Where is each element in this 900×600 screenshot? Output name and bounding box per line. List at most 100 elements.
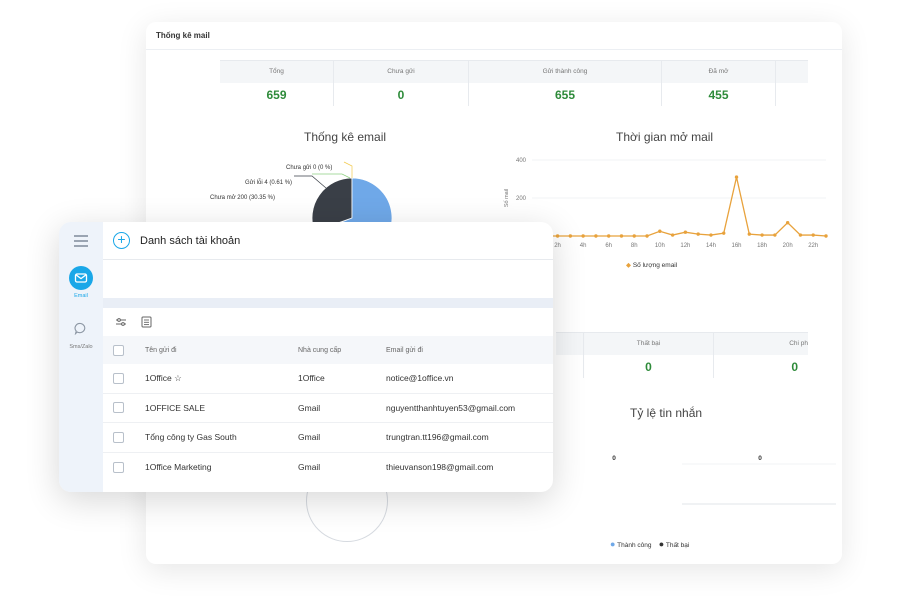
data-point xyxy=(632,234,636,238)
x-tick-label: 22h xyxy=(808,243,818,249)
stat-total: Tổng 659 xyxy=(220,61,334,106)
data-label: 0 xyxy=(758,455,762,462)
column-header-provider[interactable]: Nhà cung cấp xyxy=(298,347,386,354)
data-point xyxy=(747,232,752,236)
data-point xyxy=(696,232,700,236)
bar-legend: ● Thành công ● Thất bại xyxy=(610,539,689,549)
chat-icon xyxy=(74,322,86,336)
cell-provider: Gmail xyxy=(298,432,321,443)
line-legend: ◆ Số lượng email xyxy=(626,261,677,269)
separator-bar xyxy=(103,298,553,308)
y-axis-label: Số mail xyxy=(504,189,510,207)
table-row[interactable]: Tổng công ty Gas South Gmail trungtran.t… xyxy=(103,423,553,453)
data-point xyxy=(658,229,662,233)
stats-table-2: Thất bại 0 Chi ph 0 xyxy=(556,332,808,378)
account-list-window: Email Sms/Zalo + Danh sách tài khoản Tên… xyxy=(59,222,553,492)
data-point xyxy=(645,234,649,238)
y-tick-label: 200 xyxy=(516,196,527,202)
x-tick-label: 2h xyxy=(554,243,561,249)
stat-label: Chưa gửi xyxy=(334,61,468,83)
stat-label: Chi ph xyxy=(714,333,808,355)
stat-cost: Chi ph 0 xyxy=(714,333,808,378)
stat-value: 659 xyxy=(266,88,287,102)
table-toolbar xyxy=(103,308,553,336)
data-point xyxy=(824,234,828,238)
data-label: 0 xyxy=(612,455,616,462)
stat-value: 655 xyxy=(554,88,576,102)
stat-value: 0 xyxy=(397,88,405,102)
stat-value: 455 xyxy=(708,88,729,102)
data-point xyxy=(619,234,624,238)
x-tick-label: 16h xyxy=(732,243,742,249)
sidebar-item-chat-label: Sms/Zalo xyxy=(69,344,93,350)
cell-email: trungtran.tt196@gmail.com xyxy=(386,432,489,443)
pie-leader-line xyxy=(294,175,327,189)
stat-label: Đã mở xyxy=(662,61,775,83)
x-tick-label: 12h xyxy=(680,243,690,249)
pie-label-unopened: Chưa mở 200 (30.35 %) xyxy=(210,195,275,201)
data-point xyxy=(722,231,726,235)
legend-dot-icon: ● xyxy=(658,539,665,549)
cell-provider: 1Office xyxy=(298,373,325,384)
stat-value: 0 xyxy=(645,360,652,374)
data-point xyxy=(760,233,764,237)
legend-label: Số lượng email xyxy=(632,262,678,269)
stat-value: 0 xyxy=(791,360,798,374)
row-checkbox[interactable] xyxy=(113,402,124,414)
cell-email: notice@1office.vn xyxy=(386,373,454,384)
x-tick-label: 8h xyxy=(631,243,638,249)
cell-name: 1Office Marketing xyxy=(145,462,212,473)
list-view-icon[interactable] xyxy=(141,316,152,328)
data-point xyxy=(594,234,598,238)
table-row[interactable]: 1Office Marketing Gmail thieuvanson198@g… xyxy=(103,453,553,483)
pie-label-error: Gửi lỗi 4 (0.61 %) xyxy=(245,180,293,186)
pie-chart-title: Thống kê email xyxy=(304,130,387,144)
cell-provider: Gmail xyxy=(298,402,321,413)
table-row[interactable]: 1OFFICE SALE Gmail nguyentthanhtuyen53@g… xyxy=(103,394,553,423)
line-chart-title: Thời gian mở mail xyxy=(616,130,714,144)
menu-icon[interactable] xyxy=(74,235,88,250)
pie-label-unsent: Chưa gửi 0 (0 %) xyxy=(286,165,333,171)
legend-dot-icon: ● xyxy=(610,539,616,549)
x-tick-label: 10h xyxy=(655,243,665,249)
x-tick-label: 20h xyxy=(783,243,793,249)
bar-chart-title: Tỷ lệ tin nhắn xyxy=(630,406,703,420)
row-checkbox[interactable] xyxy=(113,461,124,473)
x-tick-label: 18h xyxy=(757,243,767,249)
column-header-email[interactable]: Email gửi đi xyxy=(386,347,553,354)
left-sidebar: Email Sms/Zalo xyxy=(59,222,103,492)
stage: Thống kê mail Tổng 659 Chưa gửi 0 Gửi th… xyxy=(0,0,900,600)
window-title: Thống kê mail xyxy=(146,22,842,50)
cell-provider: Gmail xyxy=(298,462,321,473)
row-checkbox[interactable] xyxy=(113,372,124,384)
chat-nav-button[interactable] xyxy=(74,322,87,336)
email-nav-button[interactable] xyxy=(69,266,93,290)
filter-sliders-icon[interactable] xyxy=(115,317,127,327)
data-point xyxy=(811,233,815,237)
row-checkbox[interactable] xyxy=(113,431,124,443)
data-point xyxy=(683,230,688,234)
main-content: + Danh sách tài khoản Tên gửi đi Nhà cun… xyxy=(103,222,553,492)
data-point xyxy=(606,234,611,238)
sidebar-item-email-label: Email xyxy=(74,293,88,299)
legend-label: Thành công xyxy=(617,542,652,549)
add-account-button[interactable]: + xyxy=(113,232,130,249)
cell-email: nguyentthanhtuyen53@gmail.com xyxy=(386,402,516,413)
pie-leader-line xyxy=(312,173,351,179)
panel-title: Danh sách tài khoản xyxy=(140,234,241,247)
cell-name: 1Office ☆ xyxy=(145,372,182,383)
table-row[interactable]: 1Office ☆ 1Office notice@1office.vn xyxy=(103,364,553,394)
legend-diamond-icon: ◆ xyxy=(626,262,631,269)
select-all-checkbox[interactable] xyxy=(113,344,124,356)
table-header: Tên gửi đi Nhà cung cấp Email gửi đi xyxy=(103,336,553,364)
column-header-name[interactable]: Tên gửi đi xyxy=(145,347,298,354)
data-point xyxy=(734,175,739,179)
data-point xyxy=(798,233,803,237)
stat-label: Tổng xyxy=(220,61,333,83)
stat-sent: Gửi thành công 655 xyxy=(469,61,662,106)
x-tick-label: 6h xyxy=(605,243,612,249)
stat-failed: Thất bại 0 xyxy=(584,333,714,378)
data-point xyxy=(555,234,560,238)
stats-table: Tổng 659 Chưa gửi 0 Gửi thành công 655 Đ… xyxy=(220,60,808,106)
data-point xyxy=(581,234,585,238)
